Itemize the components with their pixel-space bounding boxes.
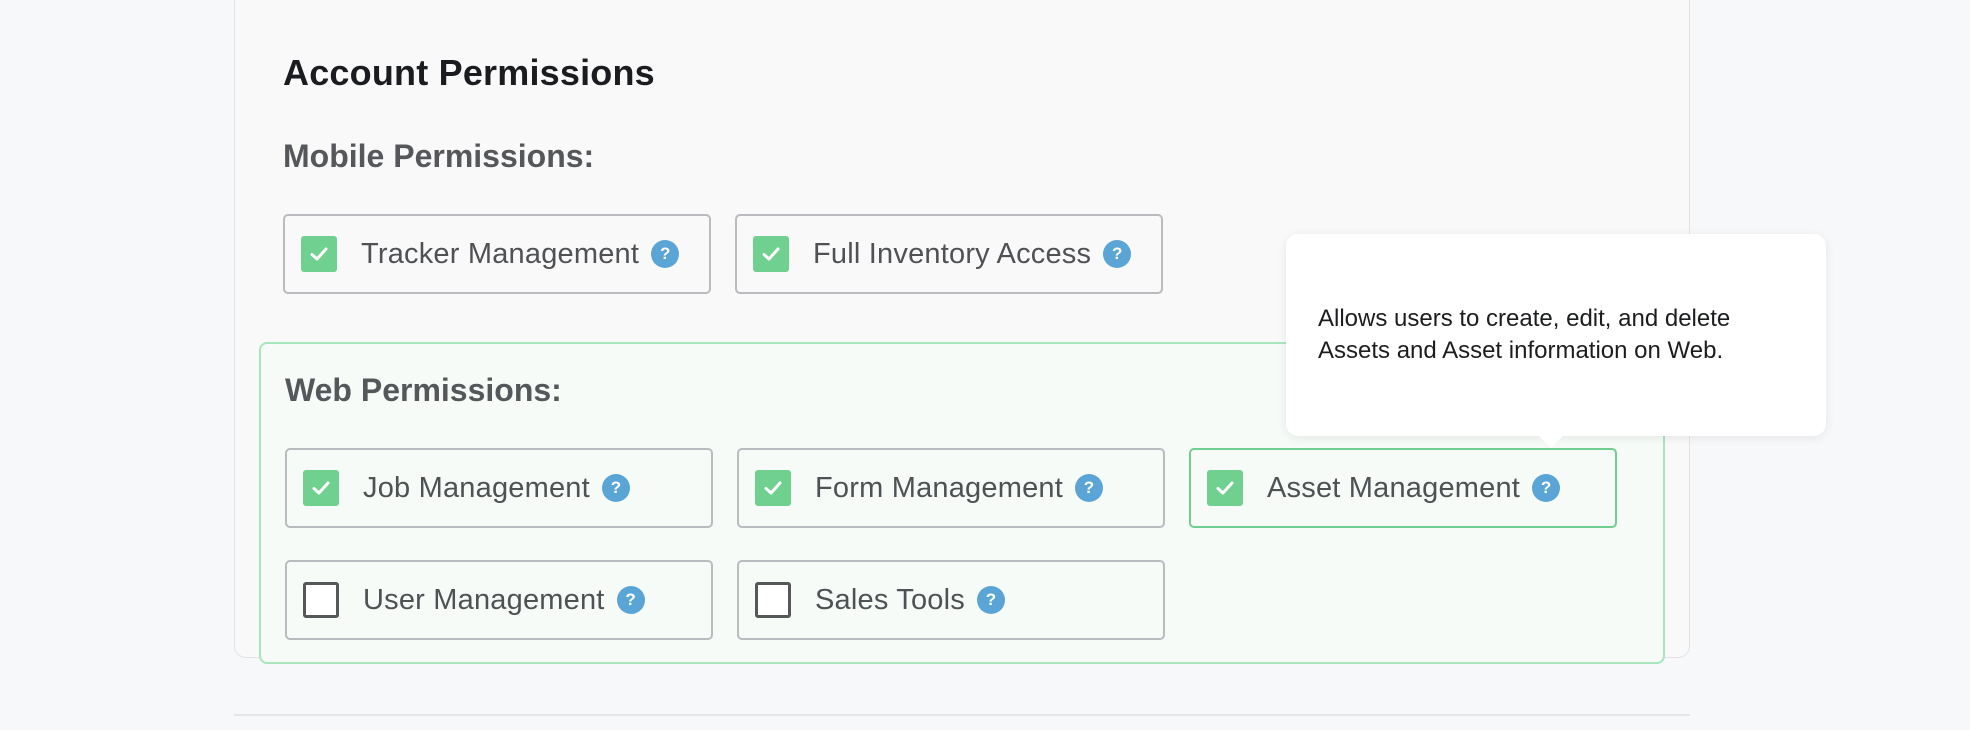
permission-sales-tools[interactable]: Sales Tools ?: [737, 560, 1165, 640]
help-icon[interactable]: ?: [651, 240, 680, 268]
checkbox-checked[interactable]: [303, 470, 339, 506]
divider: [234, 714, 1690, 716]
permission-form-management[interactable]: Form Management ?: [737, 448, 1165, 528]
help-icon[interactable]: ?: [976, 586, 1005, 614]
permission-label: Full Inventory Access: [813, 237, 1092, 270]
permission-label: Job Management: [363, 471, 590, 504]
permission-tracker-management[interactable]: Tracker Management ?: [283, 214, 711, 294]
permission-label: Form Management: [815, 471, 1063, 504]
checkmark-icon: [1216, 481, 1234, 495]
help-tooltip: Allows users to create, edit, and delete…: [1286, 234, 1826, 448]
checkbox-unchecked[interactable]: [303, 582, 339, 618]
checkbox-checked[interactable]: [755, 470, 791, 506]
mobile-permissions-heading: Mobile Permissions:: [283, 138, 595, 174]
permission-label: Asset Management: [1267, 471, 1521, 504]
help-icon[interactable]: ?: [601, 474, 630, 502]
checkbox-unchecked[interactable]: [755, 582, 791, 618]
permission-label: User Management: [363, 583, 605, 616]
permission-label: Sales Tools: [815, 583, 965, 616]
permission-label: Tracker Management: [361, 237, 640, 270]
checkmark-icon: [762, 247, 780, 261]
permission-user-management[interactable]: User Management ?: [285, 560, 713, 640]
help-icon[interactable]: ?: [1103, 240, 1132, 268]
checkmark-icon: [764, 481, 782, 495]
help-icon[interactable]: ?: [1532, 474, 1561, 502]
checkmark-icon: [312, 481, 330, 495]
page-title: Account Permissions: [283, 52, 655, 93]
tooltip-text: Allows users to create, edit, and delete…: [1318, 305, 1731, 364]
help-icon[interactable]: ?: [1075, 474, 1103, 502]
checkmark-icon: [310, 247, 328, 261]
help-icon[interactable]: ?: [616, 586, 645, 614]
checkbox-checked[interactable]: [301, 236, 337, 272]
permission-full-inventory-access[interactable]: Full Inventory Access ?: [735, 214, 1163, 294]
checkbox-checked[interactable]: [1207, 470, 1243, 506]
checkbox-checked[interactable]: [753, 236, 789, 272]
permission-asset-management[interactable]: Asset Management ?: [1189, 448, 1617, 528]
permission-job-management[interactable]: Job Management ?: [285, 448, 713, 528]
web-permissions-heading: Web Permissions:: [285, 372, 562, 408]
